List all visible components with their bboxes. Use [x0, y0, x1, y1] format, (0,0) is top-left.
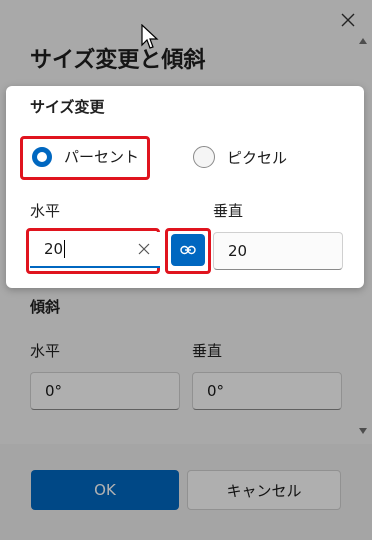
resize-horizontal-label: 水平: [30, 202, 61, 220]
text-caret: [64, 240, 66, 258]
mouse-cursor-icon: [141, 24, 159, 49]
resize-panel: サイズ変更 パーセント ピクセル 水平 垂直 20 20: [6, 86, 364, 288]
radio-percent-label: パーセント: [64, 148, 140, 166]
radio-percent[interactable]: パーセント: [32, 146, 139, 167]
radio-unselected-icon: [193, 146, 215, 168]
resize-horizontal-value: 20: [44, 240, 64, 258]
resize-vertical-input[interactable]: 20: [213, 232, 343, 270]
clear-icon[interactable]: [136, 241, 152, 257]
link-aspect-button[interactable]: [171, 234, 205, 266]
resize-horizontal-input[interactable]: 20: [30, 232, 160, 268]
radio-selected-icon: [32, 146, 52, 167]
radio-pixel-label: ピクセル: [227, 148, 288, 167]
link-icon: [180, 245, 196, 255]
resize-section-title: サイズ変更: [30, 98, 105, 116]
radio-pixel[interactable]: ピクセル: [193, 146, 287, 168]
resize-vertical-label: 垂直: [213, 202, 244, 220]
